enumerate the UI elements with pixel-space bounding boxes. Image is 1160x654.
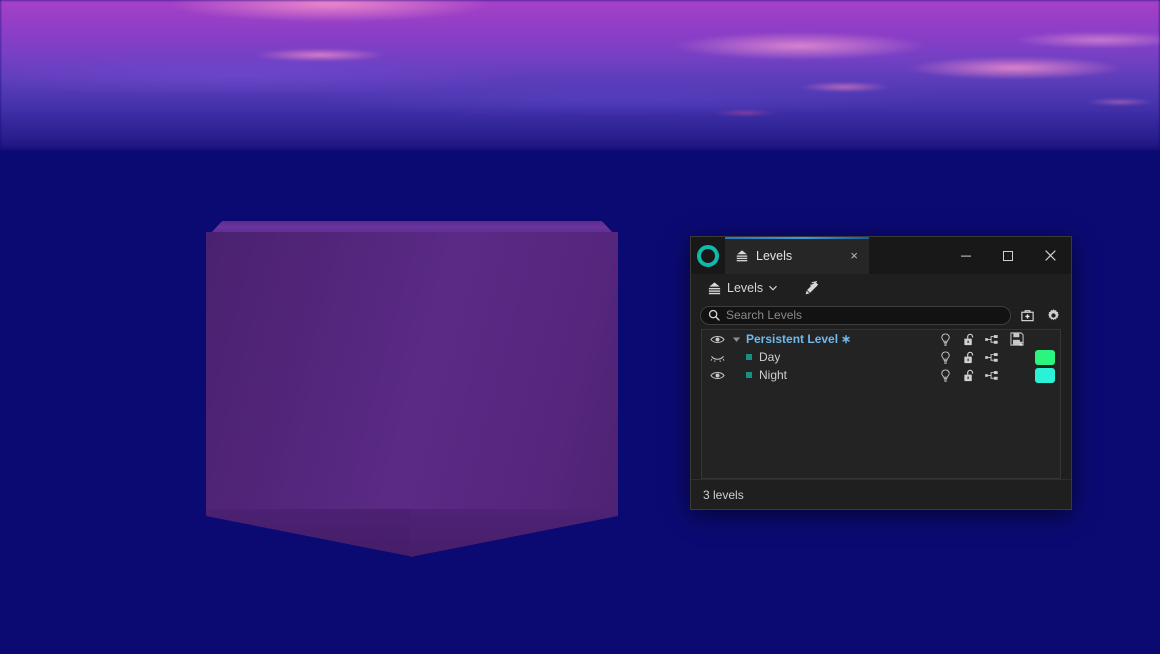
level-color-cell[interactable] [1032,350,1058,365]
sky-background [0,0,1160,151]
tab-label: Levels [756,249,847,263]
level-name: Persistent Level [746,332,838,346]
tab-levels[interactable]: Levels × [725,237,869,274]
streaming-nodes-icon[interactable] [985,333,998,346]
cube-front-face [206,232,618,514]
purple-cube-mesh[interactable] [206,221,618,541]
unlocked-padlock-icon[interactable] [962,333,975,346]
tab-close-icon[interactable]: × [847,247,861,264]
visibility-toggle-icon[interactable] [706,334,728,345]
lightbulb-icon[interactable] [939,333,952,346]
save-modified-icon[interactable] [1002,332,1032,346]
levels-dropdown-label: Levels [727,281,763,295]
window-controls[interactable] [945,237,1071,274]
pencil-edit-icon [804,280,820,296]
level-color-cell[interactable] [1032,368,1058,383]
unlocked-padlock-icon[interactable] [962,351,975,364]
table-row[interactable]: Night [702,366,1060,384]
unlocked-padlock-icon[interactable] [962,369,975,382]
level-list[interactable]: Persistent Level ∗ [701,329,1061,479]
levels-toolbar[interactable]: Levels [691,274,1071,302]
pencil-edit-button[interactable] [798,277,826,299]
levels-stack-icon [735,249,749,263]
search-input-wrapper[interactable] [700,306,1011,325]
search-row[interactable] [691,302,1071,328]
levels-dropdown-button[interactable]: Levels [701,278,784,299]
chevron-down-icon [768,283,778,293]
gear-icon[interactable] [1043,305,1063,325]
window-titlebar[interactable]: Levels × [691,237,1071,274]
search-icon [708,309,720,321]
level-count-label: 3 levels [703,488,744,502]
modified-marker: ∗ [841,332,851,346]
lightbulb-icon[interactable] [939,351,952,364]
level-name: Night [759,368,787,382]
row-icons[interactable] [939,351,1002,364]
titlebar-drag-area[interactable] [869,237,945,274]
level-bullet [746,372,752,378]
close-icon[interactable] [1029,237,1071,274]
maximize-icon[interactable] [987,237,1029,274]
level-name-cell[interactable]: Persistent Level ∗ [744,332,939,346]
levels-window[interactable]: Levels × [690,236,1072,510]
search-input[interactable] [726,308,1002,322]
level-color-swatch[interactable] [1035,368,1055,383]
row-icons[interactable] [939,333,1002,346]
lightbulb-icon[interactable] [939,369,952,382]
level-name: Day [759,350,780,364]
expand-arrow-icon[interactable] [728,335,744,344]
level-color-swatch[interactable] [1035,350,1055,365]
unreal-ring-icon [691,237,725,274]
level-name-cell[interactable]: Night [744,368,939,382]
table-row[interactable]: Persistent Level ∗ [702,330,1060,348]
status-bar: 3 levels [691,479,1071,509]
streaming-nodes-icon[interactable] [985,369,998,382]
add-level-icon[interactable] [1017,305,1037,325]
streaming-nodes-icon[interactable] [985,351,998,364]
level-bullet [746,354,752,360]
level-name-cell[interactable]: Day [744,350,939,364]
levels-stack-icon [707,281,722,296]
visibility-toggle-icon[interactable] [706,370,728,381]
minimize-icon[interactable] [945,237,987,274]
visibility-toggle-icon[interactable] [706,352,728,363]
row-icons[interactable] [939,369,1002,382]
table-row[interactable]: Day [702,348,1060,366]
